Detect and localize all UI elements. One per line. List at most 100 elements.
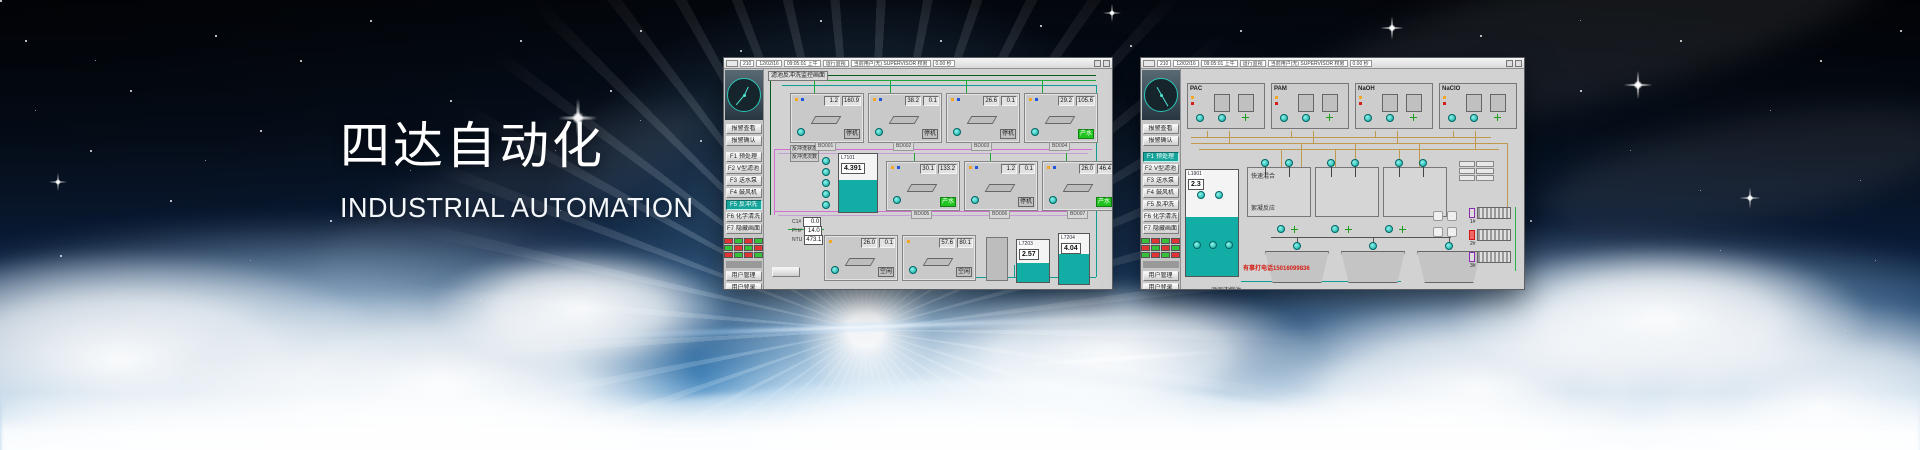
- pump-icon: [1386, 114, 1394, 122]
- user-button[interactable]: 用户登录: [1143, 283, 1179, 289]
- window-nav-button[interactable]: [1143, 60, 1155, 67]
- mixer-icon: [1423, 167, 1424, 177]
- minimize-button[interactable]: [1094, 60, 1101, 67]
- flow-value: 160.9: [842, 96, 861, 106]
- menu-item[interactable]: F3 送水泵: [726, 176, 762, 186]
- pump-icon: [822, 157, 830, 165]
- dosing-tank: [1238, 94, 1254, 112]
- turbidity-value: 57.6: [939, 238, 955, 248]
- info-marker: [801, 98, 804, 101]
- menu-key: F6: [1144, 213, 1151, 221]
- filter-unit: 26.0 46.4 产水 BD007: [1042, 161, 1112, 211]
- canvas-small-button[interactable]: [772, 267, 800, 277]
- pipe-segment: [770, 75, 771, 215]
- unit-code: BD004: [1049, 142, 1070, 151]
- menu-item[interactable]: F2 V型滤池: [726, 164, 762, 174]
- menu-item[interactable]: F6 化学清洗: [726, 212, 762, 222]
- pipe-segment: [1335, 149, 1336, 167]
- flocculation-label: 絮凝反应: [1251, 205, 1275, 213]
- pump-icon: [797, 128, 805, 136]
- alarm-cell: [1151, 238, 1160, 244]
- pump-icon: [875, 128, 883, 136]
- pump-icon: [1031, 128, 1039, 136]
- analog-clock: [1144, 78, 1178, 112]
- pipe-segment: [1281, 149, 1282, 167]
- warn-marker: [829, 240, 832, 243]
- menu-item[interactable]: F1 预处理: [726, 152, 762, 162]
- info-marker: [1035, 98, 1038, 101]
- pipe-segment: [890, 80, 891, 94]
- alarm-cell: [1161, 238, 1170, 244]
- menu-key: F6: [727, 213, 734, 221]
- aux-label: PH#: [792, 228, 802, 235]
- aux-label: C1#: [792, 219, 801, 226]
- alarm-button[interactable]: 报警查看: [1143, 124, 1179, 134]
- pipe-segment: [1199, 149, 1499, 150]
- menu-item[interactable]: F7 隐藏画面: [1143, 224, 1179, 234]
- filter-unit: 1.2 160.9 停机 BD001: [790, 93, 864, 143]
- mixer-motor-icon: [1261, 159, 1269, 167]
- unit-code: BD007: [1067, 210, 1088, 219]
- pipe-segment: [990, 153, 991, 161]
- pipe-segment: [1515, 207, 1516, 271]
- filter-shape: [845, 258, 876, 266]
- window-nav-button[interactable]: [726, 60, 738, 67]
- pipe-segment: [966, 80, 967, 94]
- menu-item[interactable]: F4 鼓风机: [726, 188, 762, 198]
- menu-item[interactable]: F2 V型滤池: [1143, 164, 1179, 174]
- tank-fill: [1017, 263, 1049, 282]
- pump-icon: [953, 128, 961, 136]
- titlebar-field: 09:05:01 上午: [784, 60, 821, 67]
- minimize-button[interactable]: [1506, 60, 1513, 67]
- filter-unit: 29.2 105.6 产水 BD004: [1024, 93, 1098, 143]
- alarm-button[interactable]: 报警确认: [1143, 136, 1179, 146]
- menu-item[interactable]: F7 隐藏画面: [726, 224, 762, 234]
- scada-sidebar: 报警查看报警确认 F1 预处理 F2 V型滤池: [1141, 69, 1181, 289]
- decanter-box: [1433, 211, 1443, 221]
- menu-item[interactable]: F4 鼓风机: [1143, 188, 1179, 198]
- mixer-motor-icon: [1395, 159, 1403, 167]
- process-canvas-filter: 滤池反冲洗监控画面 反冲洗状态 反冲洗次数 1.2 160.9: [764, 69, 1112, 289]
- tank-tag: L7204: [1060, 235, 1076, 242]
- alarm-button[interactable]: 报警确认: [726, 136, 762, 146]
- unit-code: BD001: [815, 142, 836, 151]
- station-name: PAM: [1274, 85, 1287, 93]
- flow-value: 0.1: [923, 96, 939, 106]
- alarm-button[interactable]: 报警查看: [726, 124, 762, 134]
- scada-window-filter: 21012/02/1609:05:01 上午运行监视当前用户(无) SUPERV…: [723, 57, 1113, 290]
- aux-label: NTU: [792, 237, 802, 244]
- close-button[interactable]: [1103, 60, 1110, 67]
- tank-fill: [1059, 254, 1089, 284]
- flow-value: 0.1: [1001, 96, 1017, 106]
- filter-units-row-3: 26.0 0.1 空闲 57.6 80.1: [824, 235, 976, 281]
- alarm-cell: [1151, 245, 1160, 251]
- warn-marker: [1359, 96, 1362, 99]
- titlebar-field: 09:05:01 上午: [1201, 60, 1238, 67]
- pump-icon: [1277, 225, 1285, 233]
- menu-item[interactable]: F5 反冲洗: [1143, 200, 1179, 210]
- user-button[interactable]: 用户管理: [726, 271, 762, 281]
- menu-item[interactable]: F3 送水泵: [1143, 176, 1179, 186]
- menu-item[interactable]: F6 化学清洗: [1143, 212, 1179, 222]
- alarm-status-grid: [1141, 238, 1180, 258]
- user-button[interactable]: 用户登录: [726, 283, 762, 289]
- menu-item[interactable]: F1 预处理: [1143, 152, 1179, 162]
- alarm-cell: [1141, 252, 1150, 258]
- titlebar-field: 210: [740, 60, 754, 67]
- titlebar-field: 运行监视: [1240, 60, 1266, 67]
- user-button[interactable]: 用户管理: [1143, 271, 1179, 281]
- info-marker: [879, 98, 882, 101]
- pump-icon: [1369, 242, 1377, 250]
- menu-item[interactable]: F5 反冲洗: [726, 200, 762, 210]
- turbidity-value: 26.6: [983, 96, 999, 106]
- tank-level-value: 4.04: [1061, 243, 1081, 254]
- pump-house-block: [986, 237, 1008, 281]
- page-label: 滤池反冲洗监控画面: [768, 71, 828, 81]
- pipe-segment: [1375, 131, 1376, 138]
- alarm-cell: [744, 245, 753, 251]
- close-button[interactable]: [1515, 60, 1522, 67]
- mixer-fan-icon: [1494, 114, 1501, 121]
- star-glint: [1740, 188, 1761, 209]
- alarm-cell: [1161, 252, 1170, 258]
- pipe-segment: [1207, 131, 1208, 138]
